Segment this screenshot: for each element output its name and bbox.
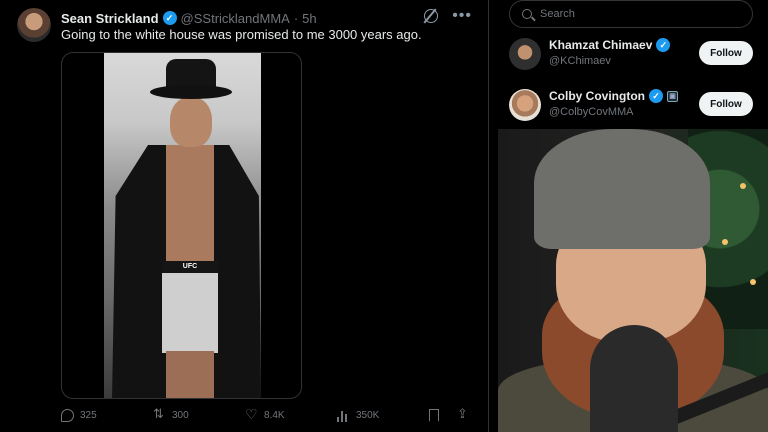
repost-icon (153, 406, 166, 422)
who-to-follow-item[interactable]: Colby Covington ✓ ▣ @ColbyCovMMA Follow (509, 85, 753, 125)
separator-dot: · (293, 10, 299, 26)
search-input[interactable]: Search (509, 0, 753, 28)
views-button[interactable]: 350K (337, 409, 379, 422)
author-avatar[interactable] (17, 8, 51, 42)
views-icon (337, 409, 350, 422)
tree-light (740, 183, 746, 189)
like-count: 8.4K (264, 409, 285, 421)
photo-shorts (162, 263, 218, 353)
reply-button[interactable]: 325 (61, 408, 97, 422)
verified-icon: ✓ (649, 89, 663, 103)
who-handle: @KChimaev (549, 55, 611, 67)
right-sidebar: Search Khamzat Chimaev ✓ @KChimaev Follo… (489, 0, 768, 432)
who-name[interactable]: Khamzat Chimaev (549, 38, 652, 52)
bookmark-button[interactable] (429, 408, 439, 422)
avatar[interactable] (509, 89, 541, 121)
tweet-photo[interactable]: UFC (104, 53, 261, 398)
who-to-follow-item[interactable]: Khamzat Chimaev ✓ @KChimaev Follow (509, 34, 753, 74)
verified-icon: ✓ (162, 11, 177, 25)
tweet-column: Sean Strickland ✓ @SStricklandMMA · 5h •… (0, 0, 488, 432)
affiliate-badge-icon: ▣ (667, 90, 678, 102)
reply-count: 325 (80, 409, 97, 421)
photo-face (170, 97, 212, 147)
photo-waistband-text: UFC (162, 261, 218, 273)
photo-legs (166, 351, 214, 398)
tweet-header-actions: ••• (424, 8, 472, 24)
tweet-timestamp[interactable]: 5h (302, 11, 316, 26)
who-handle: @ColbyCovMMA (549, 106, 634, 118)
reply-icon (61, 408, 74, 422)
verified-icon: ✓ (656, 38, 671, 52)
repost-count: 300 (172, 409, 189, 421)
repost-button[interactable]: 300 (153, 406, 189, 422)
tree-light (722, 239, 728, 245)
more-icon[interactable]: ••• (452, 8, 472, 24)
share-icon (457, 406, 470, 422)
share-button[interactable] (457, 406, 470, 422)
views-count: 350K (356, 409, 380, 421)
photo-hat-brim (150, 85, 232, 99)
who-name-row: Colby Covington ✓ ▣ (549, 89, 678, 103)
tweet-media[interactable]: UFC (61, 52, 302, 399)
webcam-overlay (498, 129, 768, 432)
author-name[interactable]: Sean Strickland (61, 11, 159, 26)
tree-light (750, 279, 756, 285)
bookmark-icon (429, 408, 439, 422)
search-placeholder: Search (540, 8, 575, 20)
microphone (590, 325, 678, 432)
streamer-beanie (534, 129, 710, 249)
like-icon (245, 406, 258, 423)
grok-icon[interactable] (424, 9, 439, 23)
follow-button[interactable]: Follow (699, 92, 753, 116)
photo-torso (166, 145, 214, 265)
like-button[interactable]: 8.4K (245, 406, 285, 423)
tweet-header: Sean Strickland ✓ @SStricklandMMA · 5h (61, 9, 472, 27)
who-name-row: Khamzat Chimaev ✓ (549, 38, 671, 52)
author-handle[interactable]: @SStricklandMMA (181, 11, 290, 26)
who-name[interactable]: Colby Covington (549, 89, 645, 103)
tweet-action-bar: 325 300 8.4K 350K (61, 406, 473, 424)
avatar[interactable] (509, 38, 541, 70)
search-icon (522, 9, 532, 19)
follow-button[interactable]: Follow (699, 41, 753, 65)
tweet-text: Going to the white house was promised to… (61, 27, 422, 42)
